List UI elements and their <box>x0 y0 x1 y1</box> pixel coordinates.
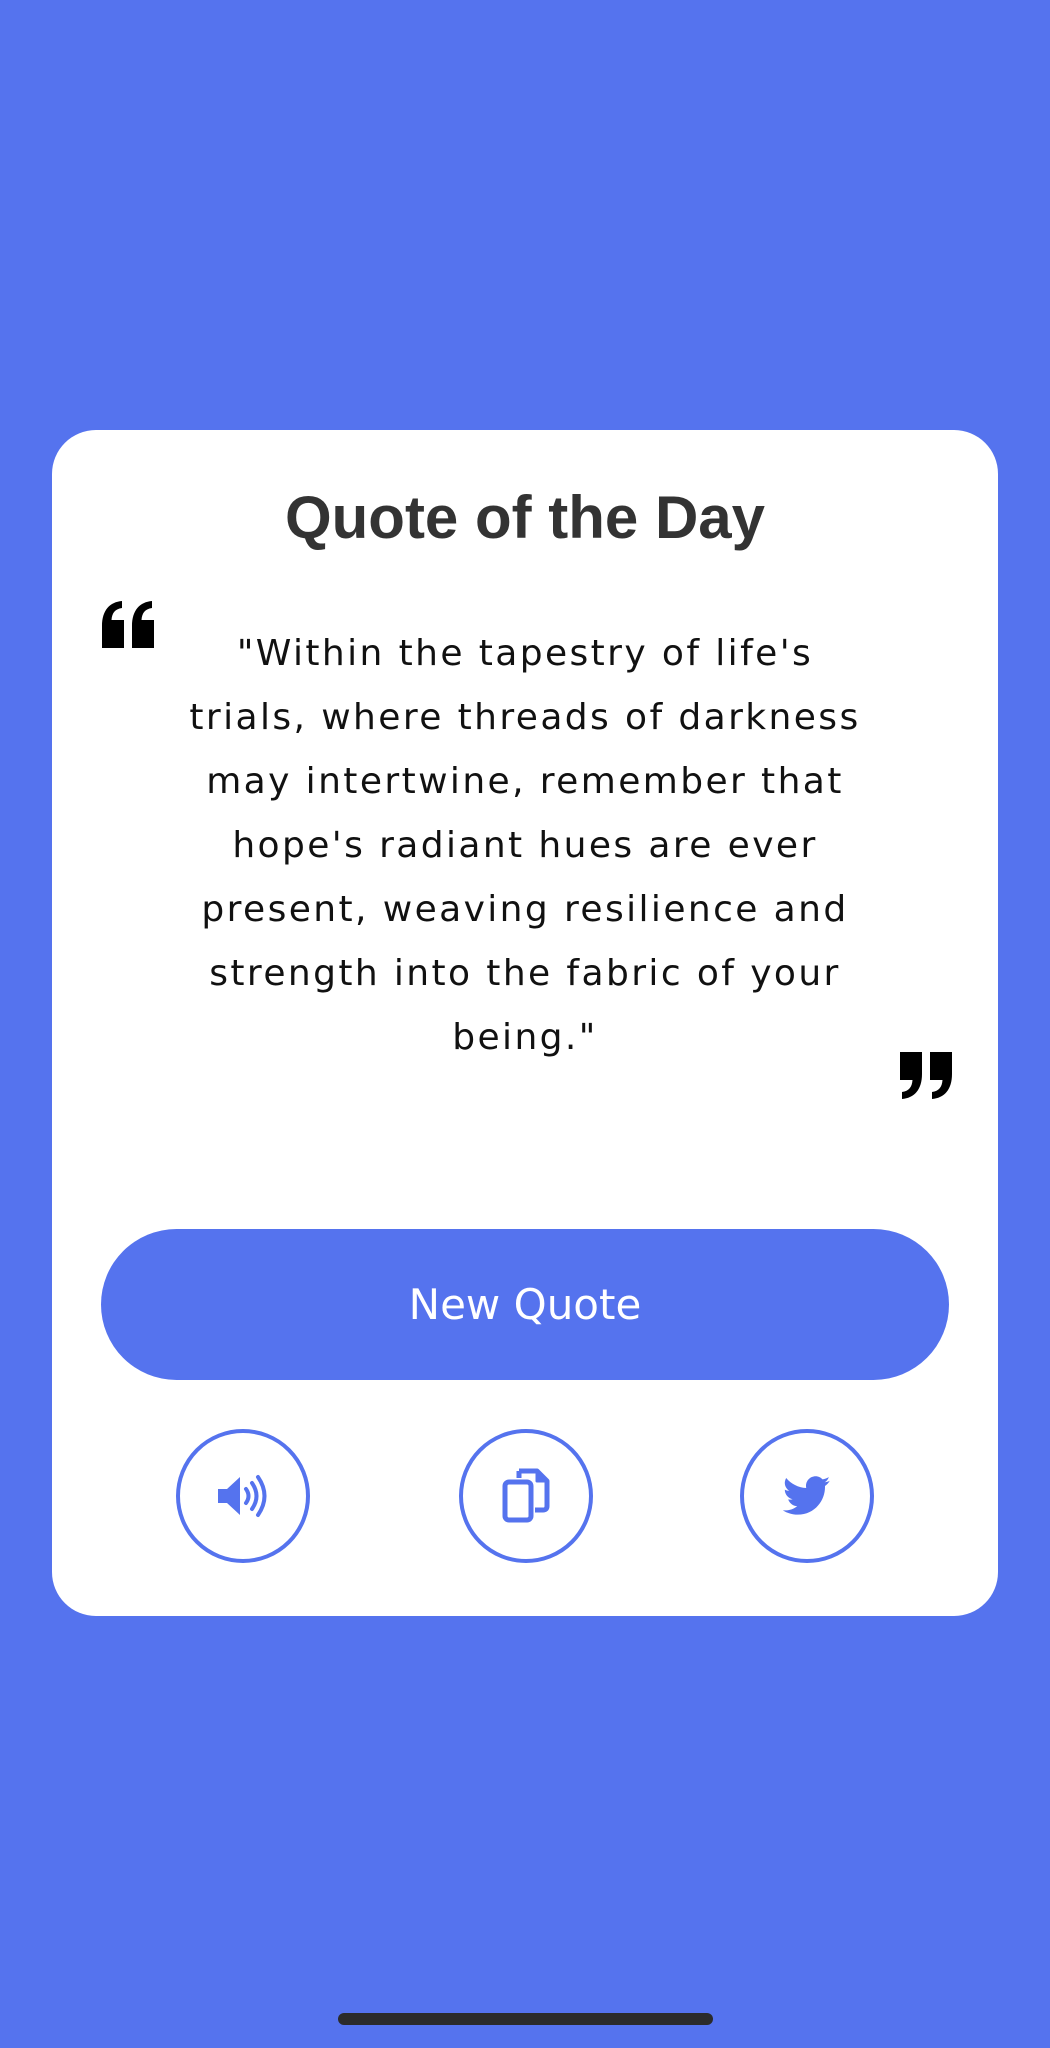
tweet-button[interactable] <box>740 1429 874 1563</box>
copy-icon <box>502 1468 550 1523</box>
twitter-icon <box>783 1476 831 1515</box>
quote-left-icon <box>102 601 154 648</box>
home-indicator <box>338 2013 713 2025</box>
speaker-icon <box>218 1475 267 1517</box>
copy-button[interactable] <box>459 1429 593 1563</box>
quote-text: "Within the tapestry of life's trials, w… <box>189 633 861 1058</box>
quote-card: Quote of the Day "Within the tapestry of… <box>52 430 998 1616</box>
speak-button[interactable] <box>176 1429 310 1563</box>
quote-right-icon <box>900 1052 952 1099</box>
new-quote-button[interactable]: New Quote <box>101 1229 949 1380</box>
page-title: Quote of the Day <box>284 484 766 551</box>
